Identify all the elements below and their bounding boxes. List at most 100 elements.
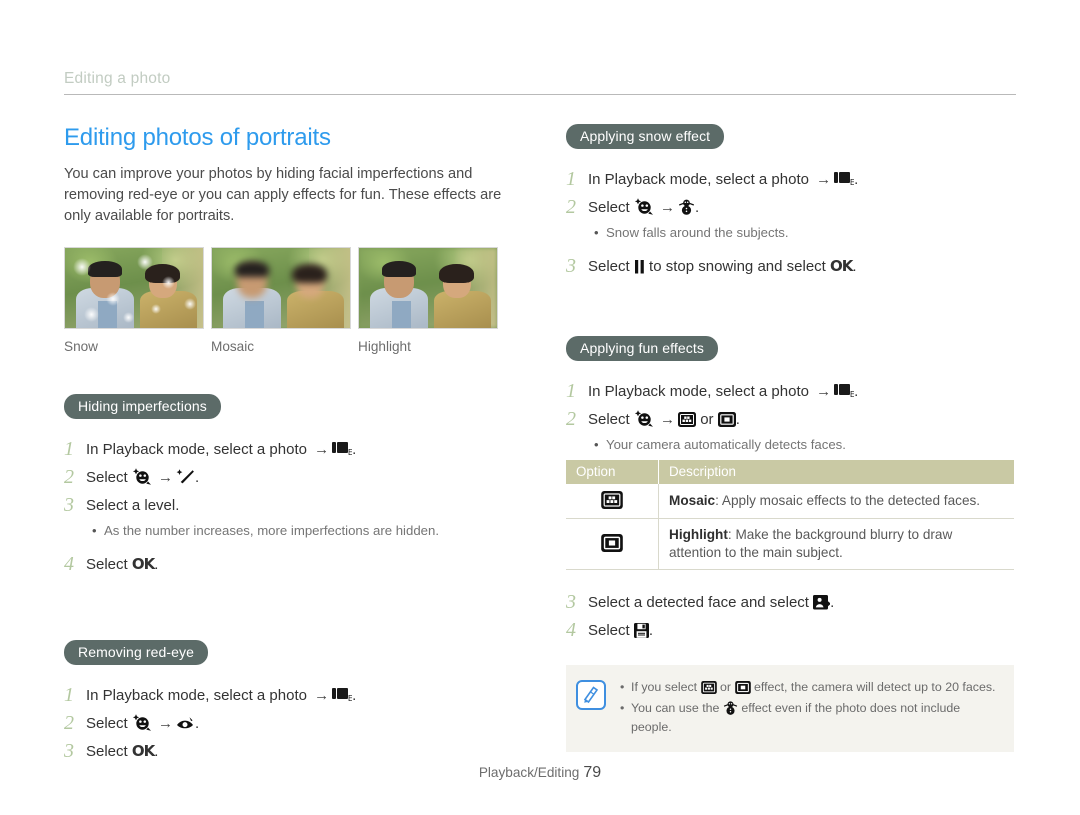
sample-photo-strip: Snow Mosaic Highlight [64, 247, 516, 354]
step-number: 2 [566, 408, 576, 430]
step-number: 4 [566, 619, 576, 641]
step-text-pre: Select [588, 411, 630, 428]
step-text-post: . [852, 258, 857, 275]
step-number: 2 [566, 196, 576, 218]
ok-button-glyph: OK [131, 555, 155, 573]
mosaic-icon [700, 681, 717, 694]
table-cell-option-icon [566, 484, 659, 519]
photo-snow-image [64, 247, 204, 329]
sample-photo-highlight: Highlight [358, 247, 498, 354]
option-desc: : Apply mosaic effects to the detected f… [715, 493, 981, 508]
step-text-pre: Select [86, 743, 128, 760]
step-fun-2: 2 Select → or . [566, 407, 1016, 432]
highlight-icon [601, 534, 623, 552]
mosaic-icon [678, 412, 697, 427]
arrow-glyph: → [816, 171, 832, 188]
step-snow-1: 1 In Playback mode, select a photo → E. [566, 167, 1016, 192]
step-text-pre: Select [588, 258, 630, 275]
step-snow-3: 3 Select to stop snowing and select OK. [566, 254, 1016, 279]
bullet-snow-2: • Snow falls around the subjects. [594, 223, 1016, 242]
step-text-pre: Select [588, 622, 630, 639]
snowman-icon [723, 700, 738, 715]
step-text-pre: Select [86, 715, 128, 732]
step-text: Select to stop snowing and select OK. [588, 254, 1016, 279]
photo-edit-icon: E [834, 383, 854, 399]
save-icon [633, 623, 649, 638]
step-text-post: . [830, 594, 835, 611]
step-fun-3: 3 Select a detected face and select . [566, 590, 1016, 615]
step-text: In Playback mode, select a photo → E. [86, 437, 516, 462]
step-fun-4: 4 Select . [566, 618, 1016, 643]
step-hiding-4: 4 Select OK. [64, 552, 516, 577]
option-name: Highlight [669, 527, 728, 542]
bullet-text: As the number increases, more imperfecti… [104, 523, 439, 538]
svg-text:E: E [850, 178, 854, 187]
step-number: 3 [64, 740, 74, 762]
photo-edit-icon: E [834, 171, 854, 187]
table-cell-option-icon [566, 518, 659, 570]
smart-face-icon [634, 410, 653, 427]
note-list: • If you select or effect, the camera wi… [620, 678, 1002, 739]
step-text-pre: In Playback mode, select a photo [588, 383, 809, 400]
step-text-or: or [700, 411, 714, 428]
step-number: 2 [64, 466, 74, 488]
step-number: 3 [566, 255, 576, 277]
photo-caption-highlight: Highlight [358, 339, 411, 354]
step-text-pre: In Playback mode, select a photo [86, 441, 307, 458]
step-redeye-1: 1 In Playback mode, select a photo → E. [64, 683, 516, 708]
running-head-rule [64, 94, 1016, 95]
running-head-label: Editing a photo [64, 70, 171, 87]
step-text: Select OK. [86, 739, 516, 764]
step-text: Select →. [86, 711, 516, 736]
table-header-description: Description [658, 460, 1014, 484]
bullet-dot: • [92, 523, 97, 538]
arrow-glyph: → [158, 469, 174, 486]
table-row: Mosaic: Apply mosaic effects to the dete… [566, 484, 1014, 519]
step-text: Select OK. [86, 552, 516, 577]
note-text-mid: or [720, 680, 732, 694]
footer-label: Playback/Editing [478, 765, 580, 780]
table-cell-description: Mosaic: Apply mosaic effects to the dete… [658, 484, 1014, 519]
section-heading-applying-snow-effect: Applying snow effect [566, 124, 725, 149]
step-text-post: . [854, 171, 859, 188]
step-number: 2 [64, 712, 74, 734]
red-eye-icon [176, 716, 195, 731]
step-text-pre: Select [588, 199, 630, 216]
table-row: Highlight: Make the background blurry to… [566, 518, 1014, 570]
note-pen-icon [576, 680, 606, 710]
step-text-post: . [352, 441, 357, 458]
page-title: Editing photos of portraits [64, 124, 331, 151]
step-text: In Playback mode, select a photo → E. [588, 379, 1016, 404]
arrow-glyph: → [816, 383, 832, 400]
step-number: 1 [566, 168, 576, 190]
option-name: Mosaic [669, 493, 716, 508]
step-redeye-2: 2 Select →. [64, 711, 516, 736]
step-text-post: . [195, 469, 200, 486]
note-item: • You can use the effect even if the pho… [620, 699, 1002, 737]
photo-caption-mosaic: Mosaic [211, 339, 255, 354]
step-text: Select →. [588, 195, 1016, 220]
section-heading-removing-red-eye: Removing red-eye [64, 640, 208, 665]
ok-button-glyph: OK [830, 257, 853, 275]
step-text-post: . [195, 715, 200, 732]
step-hiding-1: 1 In Playback mode, select a photo → E. [64, 437, 516, 462]
arrow-glyph: → [158, 715, 174, 732]
step-text-pre: Select a detected face and select [588, 594, 809, 611]
step-text-post: . [854, 383, 859, 400]
step-text: Select → or . [588, 407, 1016, 432]
photo-mosaic-image [211, 247, 351, 329]
sample-photo-snow: Snow [64, 247, 204, 354]
bullet-text: Your camera automatically detects faces. [606, 437, 846, 452]
step-text: In Playback mode, select a photo → E. [588, 167, 1016, 192]
apply-face-icon [813, 595, 831, 610]
step-number: 1 [64, 684, 74, 706]
note-text-post: effect, the camera will detect up to 20 … [753, 680, 996, 694]
note-text-pre: If you select [631, 680, 698, 694]
step-text: Select →. [86, 465, 516, 490]
step-text-pre: In Playback mode, select a photo [86, 687, 307, 704]
svg-text:E: E [348, 448, 352, 457]
step-hiding-3: 3 Select a level. [64, 493, 516, 518]
note-box: • If you select or effect, the camera wi… [566, 665, 1014, 752]
running-head: Editing a photo [64, 70, 1016, 95]
section-heading-applying-fun-effects: Applying fun effects [566, 336, 718, 361]
